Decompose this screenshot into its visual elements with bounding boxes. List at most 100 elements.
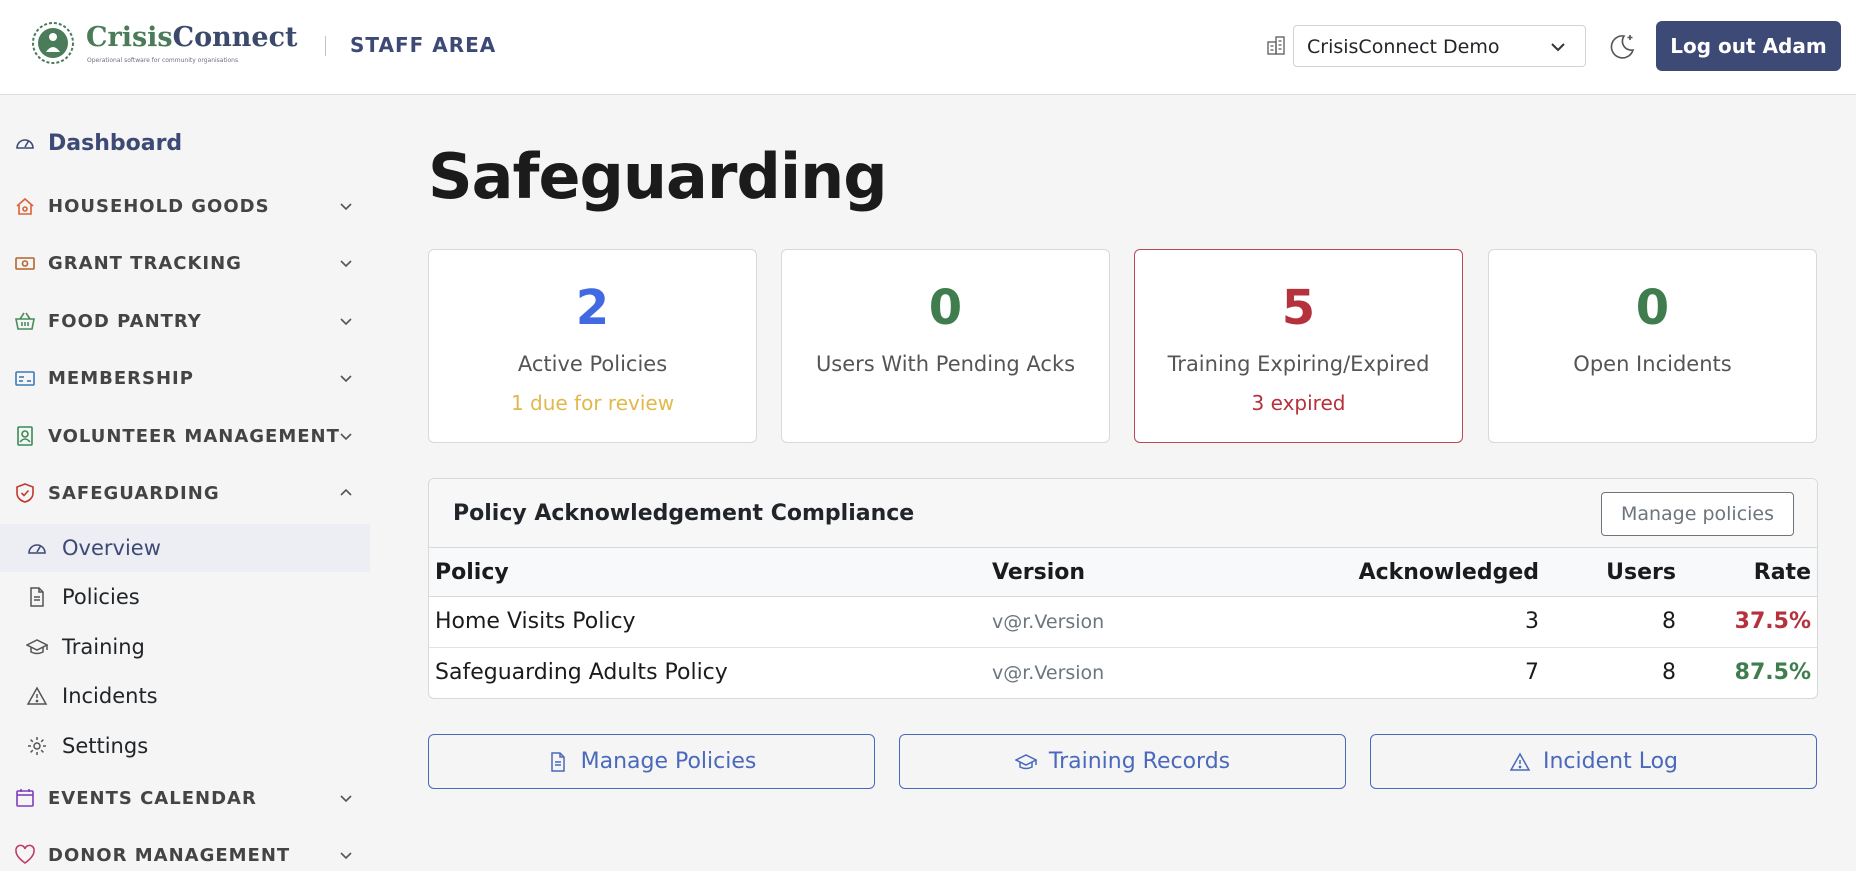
document-icon xyxy=(30,587,44,607)
sidebar-item-dashboard[interactable]: Dashboard xyxy=(14,128,182,158)
building-icon xyxy=(1267,36,1285,55)
chevron-down-icon xyxy=(340,852,352,860)
acknowledged-count: 3 xyxy=(1525,609,1539,634)
action-button-label: Training Records xyxy=(1048,749,1231,774)
sidebar-section-label: DONOR MANAGEMENT xyxy=(48,844,291,866)
table-row: Home Visits Policy v@r.Version 3 8 37.5% xyxy=(429,597,1817,648)
compliance-panel: Policy Acknowledgement Compliance Manage… xyxy=(428,478,1818,699)
stat-label: Open Incidents xyxy=(1573,352,1732,376)
sidebar-section-label: HOUSEHOLD GOODS xyxy=(48,195,270,217)
chevron-down-icon xyxy=(340,795,352,803)
sidebar-item-overview[interactable]: Overview xyxy=(0,524,370,572)
staff-area-label: STAFF AREA xyxy=(350,33,497,57)
brand-name-part2: Connect xyxy=(172,22,298,53)
sidebar-item-label: Dashboard xyxy=(48,130,183,156)
chevron-down-icon xyxy=(340,260,352,268)
policy-version: v@r.Version xyxy=(992,662,1105,684)
moon-icon[interactable] xyxy=(1606,30,1638,62)
compliance-rate: 87.5% xyxy=(1734,660,1811,685)
action-button-label: Manage Policies xyxy=(580,749,757,774)
sidebar-item-policies[interactable]: Policies xyxy=(0,573,370,621)
logo-icon xyxy=(32,22,74,64)
sidebar-section-grant-tracking[interactable]: GRANT TRACKING xyxy=(14,248,354,278)
compliance-panel-header: Policy Acknowledgement Compliance Manage… xyxy=(429,479,1817,548)
acknowledged-count: 7 xyxy=(1525,660,1539,685)
sidebar-section-safeguarding[interactable]: SAFEGUARDING xyxy=(14,478,354,508)
manage-policies-action-button[interactable]: Manage Policies xyxy=(428,734,875,789)
policy-version: v@r.Version xyxy=(992,611,1105,633)
heart-icon xyxy=(15,844,35,864)
chevron-down-icon xyxy=(1551,43,1565,52)
brand-tagline: Operational software for community organ… xyxy=(87,57,239,64)
column-header-policy: Policy xyxy=(435,560,509,585)
stat-sublabel: 1 due for review xyxy=(510,391,675,415)
column-header-acknowledged: Acknowledged xyxy=(1358,560,1539,585)
speedometer-icon xyxy=(16,139,34,149)
sidebar-item-label: Policies xyxy=(62,585,140,609)
gear-icon xyxy=(28,737,46,755)
stat-value: 0 xyxy=(1635,280,1670,336)
chevron-down-icon xyxy=(340,375,352,383)
policy-name: Safeguarding Adults Policy xyxy=(435,660,728,685)
organisation-select[interactable]: CrisisConnect Demo xyxy=(1293,25,1586,67)
header-divider xyxy=(325,36,326,56)
sidebar-section-label: FOOD PANTRY xyxy=(48,310,202,332)
warning-icon xyxy=(26,686,48,705)
sidebar-item-settings[interactable]: Settings xyxy=(0,722,370,770)
stat-sublabel: 3 expired xyxy=(1251,391,1346,415)
sidebar-section-food-pantry[interactable]: FOOD PANTRY xyxy=(14,306,354,336)
sidebar-item-label: Incidents xyxy=(62,684,158,708)
sidebar: Dashboard HOUSEHOLD GOODS GRANT TRACKING… xyxy=(0,96,370,871)
sidebar-section-label: SAFEGUARDING xyxy=(48,482,220,504)
sidebar-section-membership[interactable]: MEMBERSHIP xyxy=(14,363,354,393)
sidebar-section-household-goods[interactable]: HOUSEHOLD GOODS xyxy=(14,191,354,221)
document-icon xyxy=(550,751,565,772)
sidebar-item-label: Overview xyxy=(62,536,161,560)
column-header-version: Version xyxy=(992,560,1086,585)
policy-name: Home Visits Policy xyxy=(435,609,636,634)
graduation-cap-icon xyxy=(26,639,48,655)
sidebar-section-donor-management[interactable]: DONOR MANAGEMENT xyxy=(14,840,354,870)
action-button-label: Incident Log xyxy=(1543,749,1678,774)
brand-name: CrisisConnect xyxy=(86,22,298,53)
calendar-icon xyxy=(16,789,34,807)
speedometer-icon xyxy=(28,544,46,554)
sidebar-section-label: MEMBERSHIP xyxy=(48,367,194,389)
table-header: Policy Version Acknowledged Users Rate xyxy=(429,548,1817,597)
top-header: CrisisConnect Operational software for c… xyxy=(0,0,1856,95)
sidebar-section-label: EVENTS CALENDAR xyxy=(48,787,257,809)
logout-button[interactable]: Log out Adam xyxy=(1656,21,1841,71)
training-records-action-button[interactable]: Training Records xyxy=(899,734,1346,789)
graduation-cap-icon xyxy=(1014,753,1037,769)
sidebar-item-incidents[interactable]: Incidents xyxy=(0,672,370,720)
sidebar-item-label: Training xyxy=(62,635,145,659)
column-header-users: Users xyxy=(1606,560,1676,585)
sidebar-item-training[interactable]: Training xyxy=(0,623,370,671)
manage-policies-button[interactable]: Manage policies xyxy=(1601,492,1794,536)
chevron-up-icon xyxy=(340,488,352,496)
stat-card-pending-acks: 0 Users With Pending Acks xyxy=(781,249,1110,443)
stat-value: 2 xyxy=(575,280,610,336)
stat-label: Active Policies xyxy=(517,352,668,376)
stat-label: Users With Pending Acks xyxy=(815,352,1076,376)
stat-card-training-expiring: 5 Training Expiring/Expired 3 expired xyxy=(1134,249,1463,443)
id-card-icon xyxy=(15,371,35,386)
sidebar-section-label: GRANT TRACKING xyxy=(48,252,242,274)
table-row: Safeguarding Adults Policy v@r.Version 7… xyxy=(429,648,1817,698)
users-count: 8 xyxy=(1662,609,1676,634)
brand-logo[interactable]: CrisisConnect Operational software for c… xyxy=(30,20,298,70)
column-header-rate: Rate xyxy=(1753,560,1811,585)
sidebar-section-events-calendar[interactable]: EVENTS CALENDAR xyxy=(14,783,354,813)
warning-icon xyxy=(1509,751,1531,771)
brand-name-part1: Crisis xyxy=(86,22,173,53)
compliance-panel-title: Policy Acknowledgement Compliance xyxy=(453,501,915,526)
incident-log-action-button[interactable]: Incident Log xyxy=(1370,734,1817,789)
sidebar-item-label: Settings xyxy=(62,734,149,758)
badge-icon xyxy=(17,426,33,446)
stat-label: Training Expiring/Expired xyxy=(1167,352,1430,376)
stat-value: 0 xyxy=(928,280,963,336)
basket-icon xyxy=(15,312,35,330)
stat-card-active-policies: 2 Active Policies 1 due for review xyxy=(428,249,757,443)
page-title: Safeguarding xyxy=(428,140,888,213)
sidebar-section-volunteer-management[interactable]: VOLUNTEER MANAGEMENT xyxy=(14,421,354,451)
